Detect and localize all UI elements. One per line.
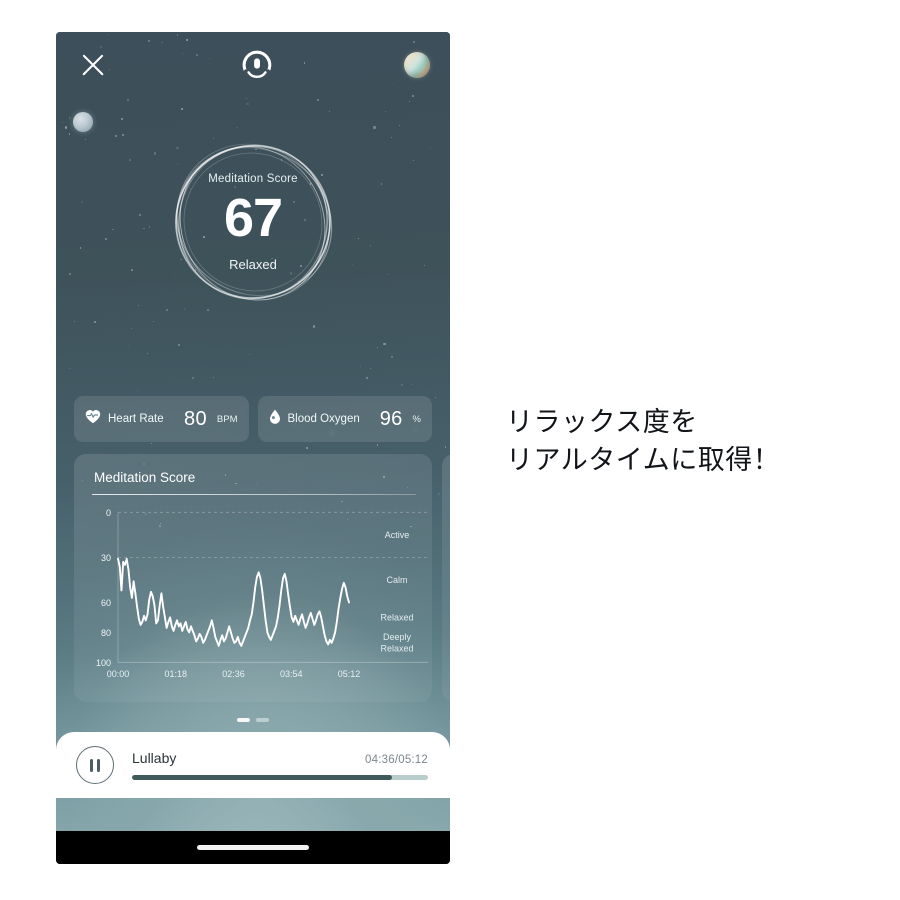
- svg-text:30: 30: [101, 553, 111, 563]
- vital-unit: BPM: [216, 413, 238, 425]
- app-header: [56, 32, 450, 98]
- phone-frame: Meditation Score 67 Relaxed Heart Rate 8…: [56, 32, 450, 864]
- svg-text:02:36: 02:36: [222, 669, 245, 679]
- vital-label: Heart Rate: [108, 413, 164, 425]
- track-title: Lullaby: [132, 750, 177, 767]
- pause-bar-left: [89, 758, 94, 772]
- svg-text:05:12: 05:12: [338, 669, 361, 679]
- svg-text:60: 60: [101, 598, 111, 608]
- system-navigation-bar: [56, 831, 450, 864]
- score-label: Meditation Score: [208, 172, 298, 185]
- meditation-score-ring: Meditation Score 67 Relaxed: [153, 122, 353, 322]
- vitals-row: Heart Rate 80 BPM Blood Oxygen 96 %: [74, 396, 432, 442]
- player-text-row: Lullaby 04:36/05:12: [132, 750, 428, 766]
- title-divider: [92, 494, 416, 496]
- pager-dot-1[interactable]: [237, 718, 250, 722]
- promo-caption: リラックス度を リアルタイムに取得！: [506, 407, 781, 477]
- next-card-peek[interactable]: [442, 454, 450, 702]
- player-info: Lullaby 04:36/05:12: [132, 750, 428, 780]
- close-icon[interactable]: [76, 48, 110, 82]
- svg-text:01:18: 01:18: [164, 669, 187, 679]
- score-state: Relaxed: [229, 256, 277, 272]
- pause-bar-right: [96, 758, 101, 772]
- vital-unit: %: [412, 413, 421, 425]
- vital-value: 80: [184, 407, 207, 430]
- svg-text:Relaxed: Relaxed: [380, 612, 413, 622]
- progress-fill: [132, 775, 393, 780]
- svg-text:0: 0: [106, 508, 111, 518]
- vital-label: Blood Oxygen: [287, 413, 360, 425]
- svg-text:100: 100: [96, 658, 111, 668]
- progress-bar[interactable]: [132, 775, 428, 780]
- svg-text:03:54: 03:54: [280, 669, 303, 679]
- blood-drop-icon: [269, 409, 281, 430]
- moon-icon: [73, 112, 93, 132]
- carousel-pager: [56, 718, 450, 722]
- vital-blood-oxygen[interactable]: Blood Oxygen 96 %: [257, 396, 432, 442]
- svg-text:Relaxed: Relaxed: [380, 644, 413, 654]
- planet-avatar-icon[interactable]: [404, 52, 430, 78]
- vital-value: 96: [379, 407, 403, 430]
- home-indicator[interactable]: [197, 845, 309, 850]
- meditation-score-card[interactable]: Meditation Score 0 30 60 80 100 00:00 01:18 02:…: [74, 454, 432, 702]
- chart-title: Meditation Score: [94, 470, 196, 485]
- svg-text:Deeply: Deeply: [383, 632, 411, 642]
- svg-text:80: 80: [101, 628, 111, 638]
- pager-dot-2[interactable]: [256, 718, 269, 722]
- meditation-score-chart: 0 30 60 80 100 00:00 01:18 02:36 03:54 05:12 Activ…: [74, 504, 432, 702]
- score-value: 67: [223, 187, 283, 248]
- track-time: 04:36/05:12: [365, 754, 428, 767]
- svg-text:Calm: Calm: [386, 575, 407, 585]
- heart-pulse-icon: [85, 409, 101, 429]
- vital-heart-rate[interactable]: Heart Rate 80 BPM: [74, 396, 249, 442]
- headband-device-icon: [242, 50, 272, 80]
- screenshot-root: Meditation Score 67 Relaxed Heart Rate 8…: [0, 0, 900, 900]
- svg-text:Active: Active: [385, 530, 410, 540]
- app-screen: Meditation Score 67 Relaxed Heart Rate 8…: [56, 32, 450, 831]
- audio-player-bar: Lullaby 04:36/05:12: [56, 732, 450, 798]
- chart-card-carousel: Meditation Score 0 30 60 80 100 00:00 01:18 02:…: [74, 454, 450, 702]
- svg-text:00:00: 00:00: [107, 669, 130, 679]
- pause-icon[interactable]: [76, 746, 114, 784]
